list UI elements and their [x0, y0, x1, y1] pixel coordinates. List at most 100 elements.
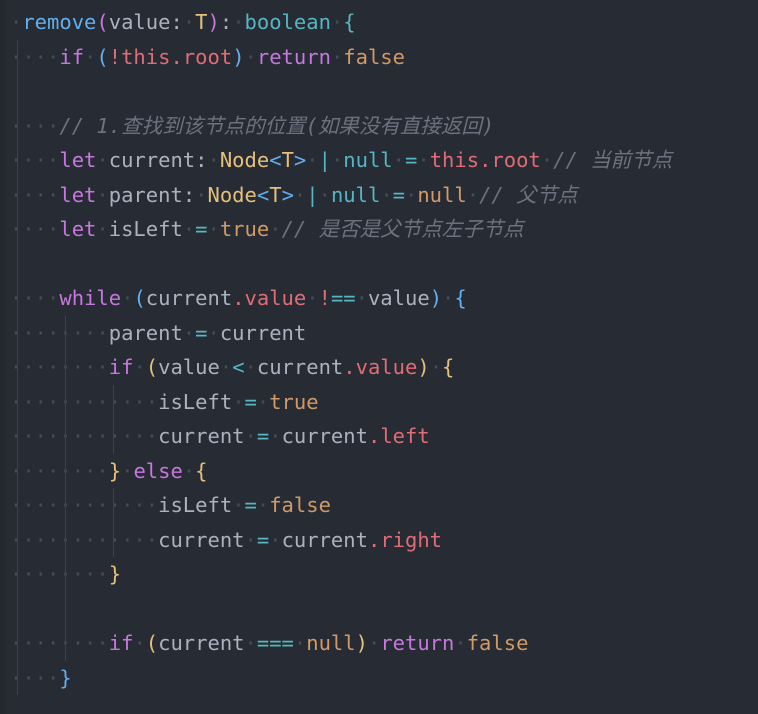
- whitespace-dot: ·: [108, 424, 122, 448]
- token-this: this: [121, 44, 171, 69]
- token-keyword-if: if: [59, 44, 85, 69]
- code-line-2[interactable]: ····if·(!this.root)·return·false: [0, 39, 758, 74]
- token-operator-not: !: [108, 44, 122, 69]
- whitespace-dot: ·: [47, 631, 60, 655]
- token-this: this: [429, 148, 480, 172]
- whitespace-dot: ·: [47, 320, 60, 345]
- code-line-16[interactable]: ············current·=·current.right: [0, 522, 758, 557]
- whitespace-dot: ·: [10, 113, 23, 138]
- whitespace-dot: ·: [96, 389, 109, 414]
- token-variable-current: current: [158, 527, 245, 552]
- whitespace-dot: ·: [207, 148, 220, 172]
- whitespace-dot: ·: [244, 424, 257, 448]
- whitespace-dot: ·: [10, 562, 23, 586]
- token-type-Node: Node: [207, 182, 257, 207]
- whitespace-dot: ·: [10, 320, 23, 345]
- whitespace-dot: ·: [256, 389, 270, 414]
- whitespace-dot: ·: [466, 182, 480, 207]
- token-variable-value: value: [367, 286, 430, 310]
- whitespace-dot: ·: [59, 424, 72, 448]
- token-operator-strict-eq: ===: [256, 631, 294, 655]
- code-line-10[interactable]: ········parent·=·current: [0, 315, 758, 350]
- whitespace-dot: ··: [71, 355, 97, 379]
- token-operator-lt: <: [232, 355, 245, 379]
- code-line-4[interactable]: ····// 1.查找到该节点的位置(如果没有直接返回): [0, 108, 758, 143]
- token-brace-close: }: [108, 562, 122, 586]
- whitespace-dot: ··: [22, 182, 48, 207]
- whitespace-dot: ··: [22, 562, 48, 586]
- whitespace-dot: ·: [47, 113, 60, 138]
- whitespace-dot: ·: [47, 217, 60, 241]
- whitespace-dot: ·: [47, 424, 60, 448]
- token-param-value: value: [108, 10, 171, 34]
- whitespace-dot: ·: [59, 458, 72, 483]
- token-literal-false: false: [343, 44, 405, 69]
- token-paren-open: (: [96, 10, 109, 34]
- token-variable-current: current: [281, 527, 368, 552]
- whitespace-dot: ·: [96, 562, 109, 586]
- whitespace-dot: ·: [47, 389, 60, 414]
- whitespace-dot: ·: [392, 148, 405, 172]
- code-line-6[interactable]: ····let·parent:·Node<T>·|·null·=·null·//…: [0, 177, 758, 212]
- whitespace-dot: ·: [47, 527, 60, 552]
- code-line-18[interactable]: [0, 591, 758, 626]
- whitespace-dot: ··: [71, 424, 97, 448]
- token-dot: .: [479, 148, 492, 172]
- whitespace-dot: ··: [71, 493, 97, 517]
- whitespace-dot: ·: [10, 458, 23, 483]
- whitespace-dot: ··: [121, 389, 146, 414]
- code-line-9[interactable]: ····while·(current.value·!==·value)·{: [0, 281, 758, 316]
- code-editor[interactable]: ·remove(value:·T):·boolean·{ ····if·(!th…: [0, 0, 758, 714]
- whitespace-dot: ·: [219, 355, 233, 379]
- code-line-1[interactable]: ·remove(value:·T):·boolean·{: [0, 5, 758, 40]
- whitespace-dot: ··: [22, 148, 48, 172]
- whitespace-dot: ··: [22, 424, 48, 448]
- token-literal-false: false: [269, 493, 331, 517]
- whitespace-dot: ·: [182, 458, 196, 483]
- whitespace-dot: ·: [96, 182, 109, 207]
- code-line-8[interactable]: [0, 246, 758, 281]
- whitespace-dot: ·: [540, 148, 554, 172]
- code-line-12[interactable]: ············isLeft·=·true: [0, 384, 758, 419]
- whitespace-dot: ·: [96, 424, 109, 448]
- token-variable-isleft: isLeft: [158, 389, 233, 414]
- whitespace-dot: ··: [71, 389, 97, 414]
- whitespace-dot: ·: [182, 217, 196, 241]
- token-paren-open: (: [145, 355, 159, 379]
- whitespace-dot: ·: [47, 355, 60, 379]
- token-literal-true: true: [219, 217, 270, 241]
- code-line-17[interactable]: ········}: [0, 557, 758, 592]
- token-paren-open: (: [145, 631, 159, 655]
- code-line-14[interactable]: ········}·else·{: [0, 453, 758, 488]
- token-keyword-let: let: [59, 182, 97, 207]
- whitespace-dot: ·: [47, 182, 60, 207]
- code-line-19[interactable]: ········if·(current·===·null)·return·fal…: [0, 626, 758, 661]
- whitespace-dot: ·: [96, 355, 109, 379]
- whitespace-dot: ·: [10, 286, 23, 310]
- whitespace-dot: ··: [71, 320, 97, 345]
- token-paren-close: ): [417, 355, 430, 379]
- token-function-remove: remove: [22, 10, 97, 34]
- token-paren-open: (: [133, 286, 146, 310]
- code-line-11[interactable]: ········if·(value·<·current.value)·{: [0, 350, 758, 385]
- token-colon: :: [219, 10, 233, 34]
- whitespace-dot: ·: [244, 44, 257, 69]
- token-union-pipe: |: [318, 148, 331, 172]
- code-line-13[interactable]: ············current·=·current.left: [0, 419, 758, 454]
- whitespace-dot: ·: [10, 44, 23, 69]
- whitespace-dot: ·: [10, 493, 23, 517]
- whitespace-dot: ·: [10, 148, 23, 172]
- token-colon: :: [182, 182, 196, 207]
- whitespace-dot: ·: [47, 665, 60, 690]
- whitespace-dot: ·: [96, 493, 109, 517]
- whitespace-dot: ·: [47, 458, 60, 483]
- code-line-3[interactable]: [0, 74, 758, 109]
- whitespace-dot: ··: [121, 527, 146, 552]
- code-line-7[interactable]: ····let·isLeft·=·true·// 是否是父节点左子节点: [0, 212, 758, 247]
- token-operator-assign: =: [244, 493, 257, 517]
- whitespace-dot: ·: [96, 148, 109, 172]
- code-line-15[interactable]: ············isLeft·=·false: [0, 488, 758, 523]
- code-line-20[interactable]: ····}: [0, 660, 758, 695]
- token-literal-null: null: [306, 631, 356, 655]
- code-line-5[interactable]: ····let·current:·Node<T>·|·null·=·this.r…: [0, 143, 758, 178]
